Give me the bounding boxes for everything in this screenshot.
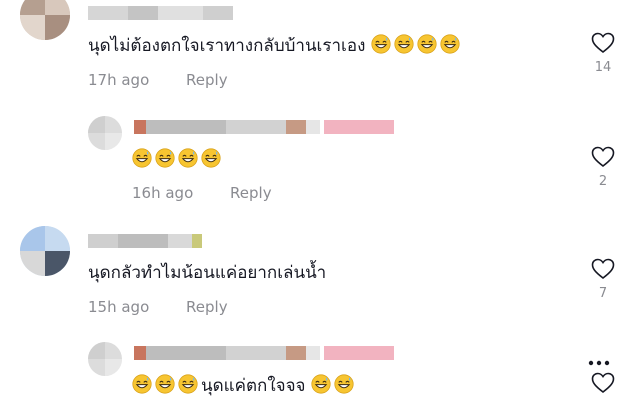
comment-item: นุดกลัวทำไมน้อนแค่อยากเล่นน้ำ 15h ago Re… — [0, 222, 636, 322]
grinning-sweat-emoji — [178, 148, 201, 170]
reply-button[interactable]: Reply — [186, 71, 228, 89]
comment-item: นุดไม่ต้องตกใจเราทางกลับบ้านเราเอง 17h a… — [0, 0, 636, 100]
comment-text: นุดแค่ตกใจจจ — [132, 374, 357, 397]
comment-text — [132, 148, 224, 171]
username-blurred[interactable] — [88, 234, 202, 248]
reply-button[interactable]: Reply — [230, 184, 272, 202]
reply-item: 16h ago Reply 2 — [0, 110, 636, 210]
grinning-sweat-emoji — [440, 34, 463, 56]
emoji-group — [311, 374, 357, 396]
like-button[interactable]: 2 — [588, 146, 618, 189]
heart-outline-icon[interactable] — [588, 258, 618, 280]
more-horizontal-icon[interactable] — [588, 350, 610, 371]
like-button[interactable]: 14 — [588, 32, 618, 75]
like-count: 2 — [598, 174, 608, 189]
timestamp: 15h ago — [88, 298, 150, 316]
avatar[interactable] — [88, 116, 122, 150]
grinning-sweat-emoji — [394, 34, 417, 56]
username-blurred[interactable] — [134, 120, 320, 134]
badge-blurred — [324, 120, 394, 134]
grinning-sweat-emoji — [155, 374, 178, 396]
emoji-group — [132, 374, 201, 396]
heart-outline-icon[interactable] — [588, 32, 618, 54]
grinning-sweat-emoji — [155, 148, 178, 170]
grinning-sweat-emoji — [311, 374, 334, 396]
comment-text: นุดกลัวทำไมน้อนแค่อยากเล่นน้ำ — [88, 263, 327, 283]
grinning-sweat-emoji — [178, 374, 201, 396]
grinning-sweat-emoji — [371, 34, 394, 56]
username-blurred[interactable] — [88, 6, 233, 20]
like-button[interactable]: 7 — [588, 258, 618, 301]
like-button[interactable] — [588, 372, 618, 394]
timestamp: 17h ago — [88, 71, 150, 89]
comment-meta: 16h ago Reply — [132, 184, 272, 202]
grinning-sweat-emoji — [132, 374, 155, 396]
timestamp: 16h ago — [132, 184, 194, 202]
heart-outline-icon[interactable] — [588, 146, 618, 168]
emoji-group — [132, 148, 224, 170]
grinning-sweat-emoji — [417, 34, 440, 56]
grinning-sweat-emoji — [201, 148, 224, 170]
emoji-group — [371, 34, 463, 56]
comment-meta: 15h ago Reply — [88, 298, 228, 316]
username-blurred[interactable] — [134, 346, 320, 360]
reply-button[interactable]: Reply — [186, 298, 228, 316]
heart-outline-icon[interactable] — [588, 372, 618, 394]
comment-meta: 17h ago Reply — [88, 71, 228, 89]
avatar[interactable] — [20, 0, 70, 40]
comment-text: นุดไม่ต้องตกใจเราทางกลับบ้านเราเอง — [88, 34, 463, 57]
grinning-sweat-emoji — [334, 374, 357, 396]
avatar[interactable] — [88, 342, 122, 376]
badge-blurred — [324, 346, 394, 360]
grinning-sweat-emoji — [132, 148, 155, 170]
avatar[interactable] — [20, 226, 70, 276]
reply-item: นุดแค่ตกใจจจ — [0, 336, 636, 408]
like-count: 7 — [598, 286, 608, 301]
like-count: 14 — [594, 60, 612, 75]
